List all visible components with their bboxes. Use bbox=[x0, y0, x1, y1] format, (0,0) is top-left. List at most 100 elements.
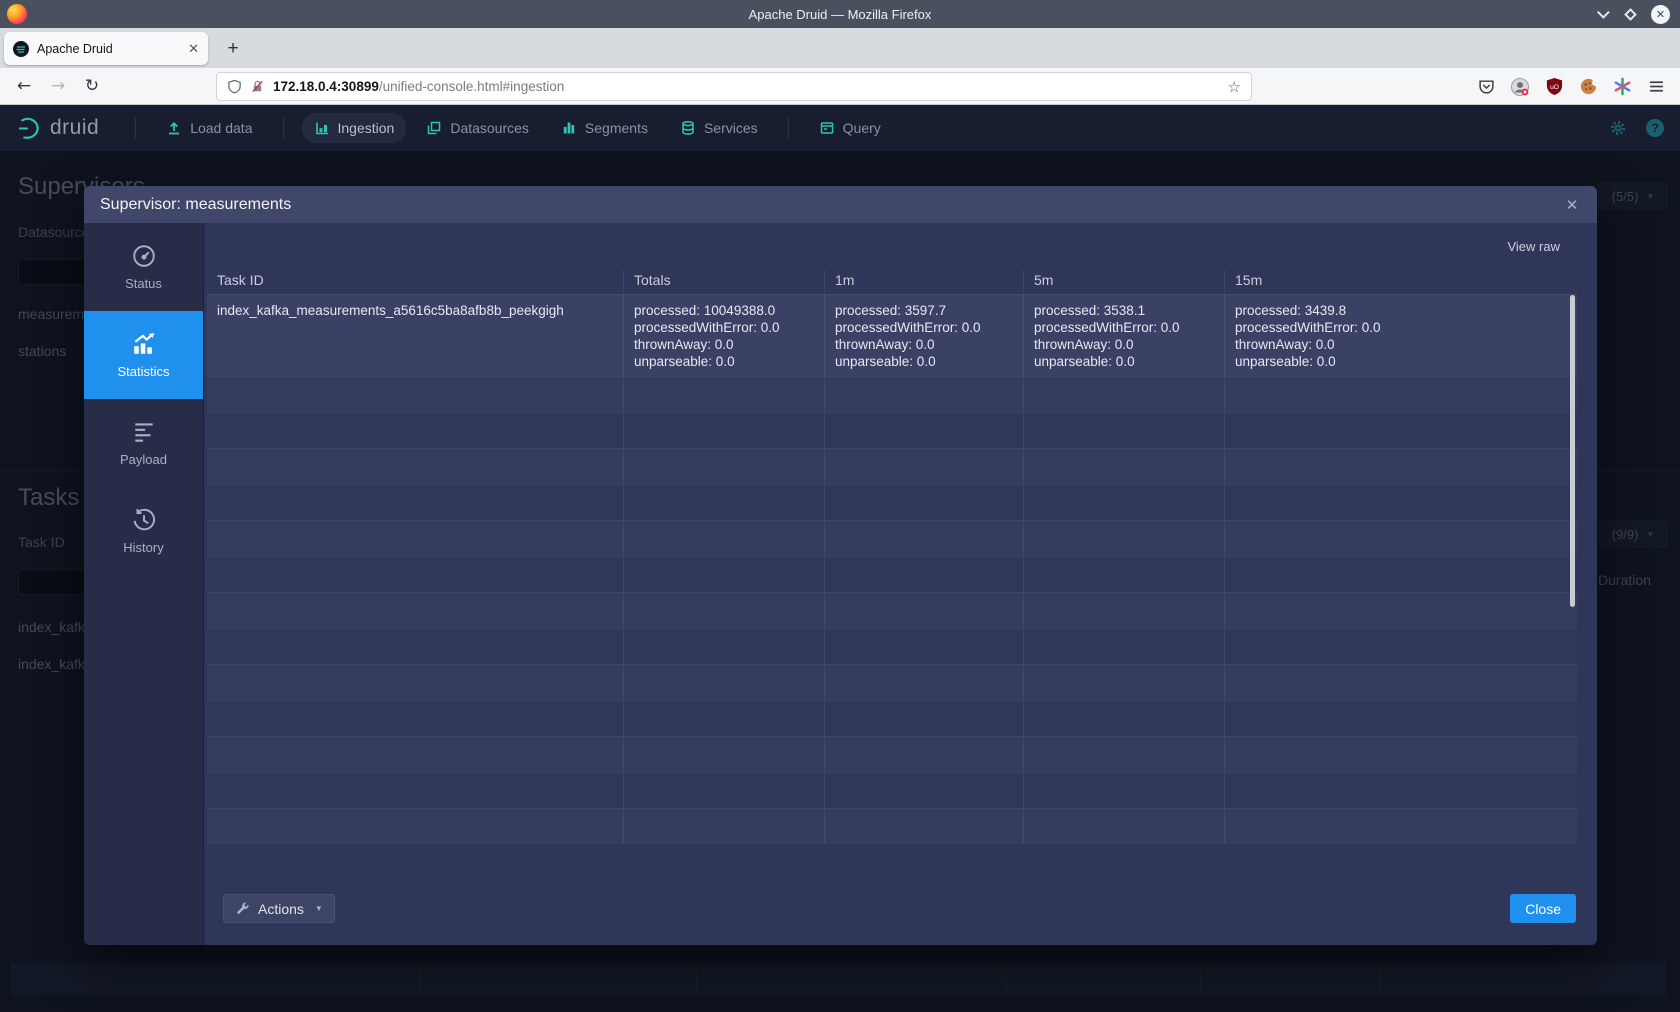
nav-item-ingestion[interactable]: Ingestion bbox=[302, 113, 407, 143]
shield-icon[interactable] bbox=[227, 79, 242, 94]
align-left-icon bbox=[131, 419, 157, 445]
new-tab-button[interactable]: + bbox=[220, 36, 246, 62]
url-bar[interactable]: 172.18.0.4:30899/unified-console.html#in… bbox=[216, 72, 1252, 101]
services-icon bbox=[680, 120, 696, 136]
caret-down-icon: ▼ bbox=[315, 904, 323, 913]
back-button[interactable]: ← bbox=[10, 72, 38, 100]
url-path: /unified-console.html#ingestion bbox=[379, 79, 564, 94]
table-cell bbox=[207, 485, 623, 520]
insecure-lock-icon[interactable] bbox=[250, 79, 265, 94]
table-empty-row bbox=[207, 412, 1577, 448]
column-header-15m[interactable]: 15m bbox=[1224, 270, 1577, 294]
url-host: 172.18.0.4:30899 bbox=[273, 79, 379, 94]
table-empty-row bbox=[207, 664, 1577, 700]
ingestion-chart-icon bbox=[314, 120, 330, 136]
close-button[interactable]: Close bbox=[1510, 894, 1576, 923]
table-cell bbox=[1224, 629, 1577, 664]
dialog-tab-label: Statistics bbox=[117, 364, 169, 379]
table-cell bbox=[623, 809, 824, 844]
view-raw-link[interactable]: View raw bbox=[1507, 239, 1560, 254]
dashboard-icon bbox=[131, 243, 157, 269]
table-empty-row bbox=[207, 484, 1577, 520]
upload-icon bbox=[166, 120, 182, 136]
navbar-divider bbox=[135, 117, 136, 139]
nav-item-query[interactable]: Query bbox=[807, 113, 893, 143]
tab-close-icon[interactable]: ✕ bbox=[188, 41, 199, 57]
table-cell bbox=[623, 413, 824, 448]
firefox-icon bbox=[7, 4, 27, 24]
nav-item-segments[interactable]: Segments bbox=[549, 113, 660, 143]
table-cell bbox=[1023, 449, 1224, 484]
actions-button[interactable]: Actions ▼ bbox=[223, 894, 335, 923]
table-cell bbox=[623, 485, 824, 520]
browser-toolbar: ← → ↻ 172.18.0.4:30899/unified-console.h… bbox=[0, 68, 1680, 105]
help-icon[interactable]: ? bbox=[1646, 119, 1664, 137]
table-cell bbox=[1023, 737, 1224, 772]
table-empty-row bbox=[207, 448, 1577, 484]
window-maximize-icon[interactable] bbox=[1624, 8, 1637, 21]
cell-line: index_kafka_measurements_a5616c5ba8afb8b… bbox=[217, 302, 613, 319]
table-scrollbar[interactable] bbox=[1570, 295, 1575, 607]
dialog-header: Supervisor: measurements ✕ bbox=[84, 186, 1597, 223]
reload-button[interactable]: ↻ bbox=[78, 72, 106, 100]
table-cell bbox=[207, 665, 623, 700]
account-extension-icon[interactable] bbox=[1510, 77, 1530, 97]
druid-brand[interactable]: druid bbox=[16, 115, 99, 142]
table-cell bbox=[207, 593, 623, 628]
table-empty-row bbox=[207, 700, 1577, 736]
ublock-origin-icon[interactable]: uO bbox=[1544, 77, 1564, 97]
forward-button[interactable]: → bbox=[44, 72, 72, 100]
table-cell bbox=[1224, 593, 1577, 628]
settings-gear-icon[interactable] bbox=[1608, 118, 1628, 138]
colorful-asterisk-extension-icon[interactable] bbox=[1612, 77, 1632, 97]
table-cell bbox=[623, 377, 824, 412]
cell-line: processed: 3538.1 bbox=[1034, 302, 1214, 319]
table-empty-row bbox=[207, 556, 1577, 592]
dialog-tab-payload[interactable]: Payload bbox=[84, 399, 203, 487]
window-close-icon[interactable]: ✕ bbox=[1651, 5, 1670, 24]
dialog-close-icon[interactable]: ✕ bbox=[1561, 194, 1583, 216]
table-cell bbox=[1023, 773, 1224, 808]
cookie-extension-icon[interactable] bbox=[1578, 77, 1598, 97]
dialog-tab-status[interactable]: Status bbox=[84, 223, 203, 311]
cell-line: thrownAway: 0.0 bbox=[634, 336, 814, 353]
cell-line: processedWithError: 0.0 bbox=[1034, 319, 1214, 336]
segments-icon bbox=[561, 120, 577, 136]
cell-line: unparseable: 0.0 bbox=[835, 353, 1013, 370]
table-cell bbox=[824, 521, 1023, 556]
table-row: index_kafka_measurements_a5616c5ba8afb8b… bbox=[207, 294, 1577, 376]
nav-item-services[interactable]: Services bbox=[668, 113, 770, 143]
table-cell bbox=[207, 449, 623, 484]
table-cell bbox=[824, 665, 1023, 700]
url-text[interactable]: 172.18.0.4:30899/unified-console.html#in… bbox=[273, 79, 1220, 94]
table-header-row: Task IDTotals1m5m15m bbox=[207, 270, 1577, 294]
table-cell bbox=[1224, 737, 1577, 772]
table-cell bbox=[1224, 809, 1577, 844]
nav-item-load-data[interactable]: Load data bbox=[154, 113, 264, 143]
menu-hamburger-icon[interactable] bbox=[1646, 77, 1666, 97]
table-cell bbox=[824, 593, 1023, 628]
table-cell bbox=[207, 377, 623, 412]
supervisor-dialog: Supervisor: measurements ✕ Status Statist… bbox=[84, 186, 1597, 945]
column-header-task-id[interactable]: Task ID bbox=[207, 270, 623, 294]
table-cell bbox=[207, 773, 623, 808]
column-header-totals[interactable]: Totals bbox=[623, 270, 824, 294]
screen: Apache Druid — Mozilla Firefox ✕ Apache … bbox=[0, 0, 1680, 1012]
dialog-tab-history[interactable]: History bbox=[84, 487, 203, 575]
table-cell bbox=[824, 485, 1023, 520]
cell-line: processedWithError: 0.0 bbox=[634, 319, 814, 336]
table-cell bbox=[623, 701, 824, 736]
table-cell bbox=[207, 413, 623, 448]
table-cell bbox=[1224, 413, 1577, 448]
table-cell bbox=[623, 521, 824, 556]
dialog-tab-statistics[interactable]: Statistics bbox=[84, 311, 203, 399]
column-header-5m[interactable]: 5m bbox=[1023, 270, 1224, 294]
nav-item-datasources[interactable]: Datasources bbox=[414, 113, 541, 143]
table-empty-row bbox=[207, 628, 1577, 664]
bookmark-star-icon[interactable]: ☆ bbox=[1228, 78, 1241, 96]
pocket-icon[interactable] bbox=[1476, 77, 1496, 97]
tab-apache-druid[interactable]: Apache Druid ✕ bbox=[4, 32, 208, 65]
table-cell bbox=[1224, 521, 1577, 556]
column-header-1m[interactable]: 1m bbox=[824, 270, 1023, 294]
table-cell bbox=[1023, 593, 1224, 628]
